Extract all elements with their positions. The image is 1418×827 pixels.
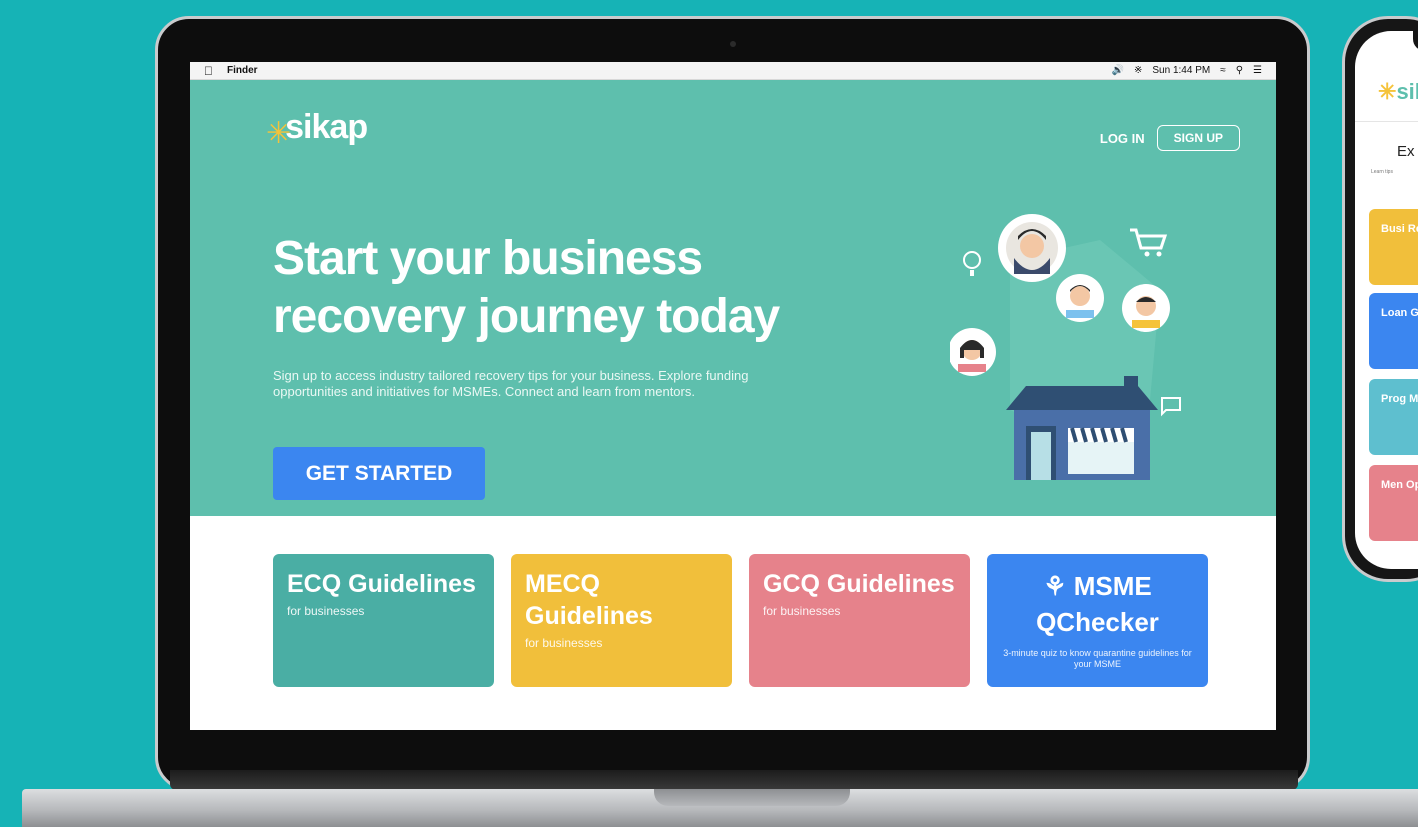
phone-card-mentor-opportunities[interactable]: Men Oppo [1369,465,1418,541]
card-subtitle: for businesses [525,636,603,650]
phone-logo-text: sika [1396,79,1418,104]
list-icon[interactable]: ☰ [1253,65,1262,76]
sun-icon: ✳ [1378,79,1397,104]
card-title: ECQ Guidelines [287,570,476,598]
store-illustration [950,214,1181,480]
storefront [1006,376,1158,480]
signup-button[interactable]: SIGN UP [1156,125,1240,151]
bulb-icon [963,251,981,269]
guideline-cards: ECQ Guidelines for businesses MECQ Guide… [273,554,1208,687]
card-subtitle: for businesses [763,604,841,618]
phone-screen: ✳sika Ex Learn tips Busi Reco Loan Gran … [1355,31,1418,569]
login-button[interactable]: LOG IN [1100,131,1145,146]
phone-section-title: Ex [1397,143,1415,160]
phone-card-business-recovery[interactable]: Busi Reco [1369,209,1418,285]
logo-text: sikap [285,108,368,146]
camera-dot [730,41,736,47]
menubar-clock[interactable]: Sun 1:44 PM [1152,65,1210,76]
shield-icon: ⚘ [1043,571,1067,601]
user-avatar-2 [1122,284,1170,332]
card-subtitle: 3-minute quiz to know quarantine guideli… [1003,648,1192,669]
apple-icon[interactable]:  [204,64,213,78]
mentor-avatar [998,214,1066,282]
search-icon[interactable]: ⚲ [1236,65,1243,76]
menubar-app-name[interactable]: Finder [227,65,258,76]
phone-logo[interactable]: ✳sika [1378,79,1418,105]
chat-icon [1161,397,1181,417]
laptop-hinge [170,770,1298,790]
wifi-icon[interactable]: ≈ [1220,65,1226,76]
mecq-guidelines-card[interactable]: MECQ Guidelines for businesses [511,554,732,687]
user-avatar-3 [950,328,996,376]
ecq-guidelines-card[interactable]: ECQ Guidelines for businesses [273,554,494,687]
card-subtitle: for businesses [287,604,365,618]
card-title: GCQ Guidelines [763,570,955,598]
phone-caption: Learn tips [1371,169,1393,175]
divider [1355,121,1418,122]
hero-title: Start your business recovery journey tod… [273,232,780,343]
phone-card-programs-msme[interactable]: Prog MSM [1369,379,1418,455]
laptop-base [22,789,1418,827]
volume-icon[interactable]: 🔊 [1112,65,1124,76]
hero-description: Sign up to access industry tailored reco… [273,368,749,399]
cart-icon [1130,228,1168,250]
phone-frame: ✳sika Ex Learn tips Busi Reco Loan Gran … [1342,16,1418,582]
card-title: ⚘ MSME QChecker [1001,568,1194,640]
phone-notch [1413,31,1418,51]
card-title: MECQ Guidelines [525,570,653,630]
logo[interactable]: ✳ sikap [266,108,368,149]
msme-qchecker-card[interactable]: ⚘ MSME QChecker 3-minute quiz to know qu… [987,554,1208,687]
get-started-button[interactable]: GET STARTED [273,447,485,500]
phone-card-loans-grants[interactable]: Loan Gran [1369,293,1418,369]
gcq-guidelines-card[interactable]: GCQ Guidelines for businesses [749,554,970,687]
user-avatar-1 [1056,274,1104,322]
auth-links: LOG IN SIGN UP [1100,125,1240,151]
mac-menubar:  Finder 🔊 ※ Sun 1:44 PM ≈ ⚲ ☰ [190,62,1276,80]
laptop-opening-notch [654,789,850,806]
hero-section: ✳ sikap LOG IN SIGN UP Start your busine… [190,80,1276,516]
bluetooth-icon[interactable]: ※ [1134,65,1142,76]
menubar-status: 🔊 ※ Sun 1:44 PM ≈ ⚲ ☰ [1112,65,1262,76]
laptop-screen:  Finder 🔊 ※ Sun 1:44 PM ≈ ⚲ ☰ ✳ sikap L… [190,62,1276,730]
